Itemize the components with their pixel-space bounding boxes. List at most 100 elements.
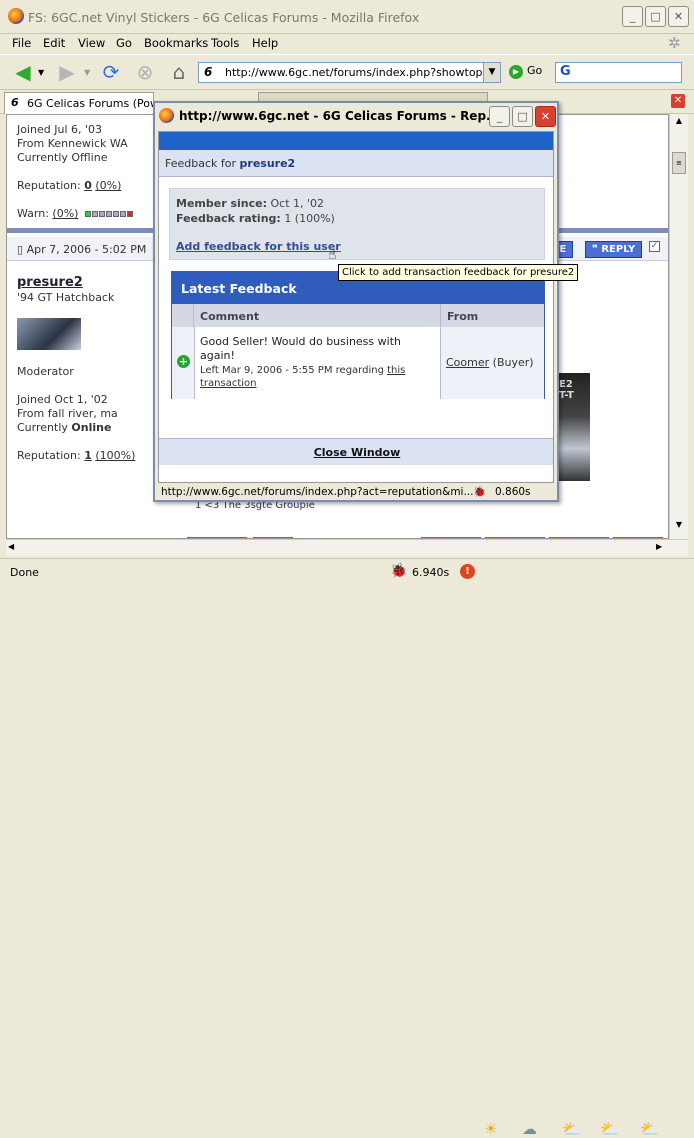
weather-cloudy-icon[interactable]: ⛅ xyxy=(640,1120,659,1138)
reload-icon[interactable]: ⟳ xyxy=(96,57,126,87)
p1-from: From Kennewick WA xyxy=(17,137,128,150)
menu-file[interactable]: File xyxy=(12,36,31,50)
status-text: Done xyxy=(10,566,39,579)
signature-image: E2 T-T xyxy=(557,373,590,481)
back-dropdown-icon[interactable]: ▼ xyxy=(38,68,44,77)
member-info-box: Member since: Oct 1, '02 Feedback rating… xyxy=(169,188,545,263)
menu-go[interactable]: Go xyxy=(116,36,132,50)
column-from: From xyxy=(441,304,544,327)
hand-cursor-icon: ☝ xyxy=(328,247,337,263)
from-user-link[interactable]: Coomer xyxy=(446,356,489,369)
p2-rep-pct[interactable]: (100%) xyxy=(95,449,135,462)
alert-icon[interactable]: ! xyxy=(460,564,475,579)
p1-status: Currently Offline xyxy=(17,151,108,164)
url-input[interactable]: http://www.6gc.net/forums/index.php?show… xyxy=(198,62,501,83)
post-role: Moderator xyxy=(17,365,74,378)
popup-minimize-button[interactable]: _ xyxy=(489,106,510,127)
search-input[interactable]: G xyxy=(555,62,682,83)
minimize-button[interactable]: _ xyxy=(622,6,643,27)
feedback-comment: Good Seller! Would do business with agai… xyxy=(200,335,401,362)
forward-dropdown-icon[interactable]: ▼ xyxy=(84,68,90,77)
p1-rep-link[interactable]: 0 xyxy=(84,179,92,192)
popup-header-stripe xyxy=(159,132,553,150)
popup-title: http://www.6gc.net - 6G Celicas Forums -… xyxy=(179,109,500,123)
firefox-icon xyxy=(159,108,174,123)
back-icon[interactable]: ◀ xyxy=(8,57,38,87)
positive-icon: + xyxy=(177,355,190,368)
weather-cloudy-icon[interactable]: ⛅ xyxy=(562,1120,581,1138)
p1-warn-pct[interactable]: (0%) xyxy=(52,207,78,220)
close-button[interactable]: ✕ xyxy=(668,6,689,27)
weather-sun-icon[interactable]: ☀ xyxy=(484,1120,497,1138)
url-dropdown-icon[interactable]: ▼ xyxy=(483,63,500,82)
p2-reputation: Reputation: 1 (100%) xyxy=(17,449,136,462)
speed-icon: 🐞 xyxy=(473,486,487,498)
scroll-up-icon[interactable]: ▲ xyxy=(672,116,686,130)
close-tab-icon[interactable]: ✕ xyxy=(671,94,685,108)
p2-status: Currently Online xyxy=(17,421,112,434)
scroll-down-icon[interactable]: ▼ xyxy=(672,520,686,534)
menu-help[interactable]: Help xyxy=(252,36,278,50)
feedback-row: + Good Seller! Would do business with ag… xyxy=(172,327,544,399)
post-car: '94 GT Hatchback xyxy=(17,291,115,304)
stop-icon[interactable]: ⊗ xyxy=(130,57,160,87)
weather-rain-icon[interactable]: ☁ xyxy=(522,1120,537,1138)
popup-status-url: http://www.6gc.net/forums/index.php?act=… xyxy=(161,486,474,498)
menu-bookmarks[interactable]: Bookmarks xyxy=(144,36,208,50)
feedback-from: Coomer (Buyer) xyxy=(446,356,534,369)
forward-icon[interactable]: ▶ xyxy=(52,57,82,87)
speed-icon: 🐞 xyxy=(390,563,408,579)
go-icon: ▶ xyxy=(509,65,523,79)
user-avatar xyxy=(17,318,81,350)
firefox-icon xyxy=(8,8,24,24)
scroll-left-icon[interactable]: ◀ xyxy=(8,542,14,551)
post-date: ▯ Apr 7, 2006 - 5:02 PM xyxy=(17,243,147,256)
weather-cloudy-icon[interactable]: ⛅ xyxy=(600,1120,619,1138)
close-window-bar: Close Window xyxy=(159,438,553,465)
transaction-link[interactable]: transaction xyxy=(200,378,257,389)
horizontal-scrollbar[interactable]: ◀ ▶ xyxy=(6,539,688,556)
reply-button[interactable]: ❞ REPLY xyxy=(585,241,643,258)
status-bar: Done 🐞 6.940s ! ☀ ☁ ⛅ ⛅ ⛅ xyxy=(0,558,694,1138)
p1-rep-pct[interactable]: (0%) xyxy=(95,179,121,192)
menu-view[interactable]: View xyxy=(78,36,105,50)
popup-titlebar: http://www.6gc.net - 6G Celicas Forums -… xyxy=(155,103,557,130)
transaction-link[interactable]: this xyxy=(387,365,405,376)
window-titlebar: FS: 6GC.net Vinyl Stickers - 6G Celicas … xyxy=(0,0,694,34)
feedback-rating: Feedback rating: 1 (100%) xyxy=(176,212,335,225)
site-favicon: 6 xyxy=(204,65,213,79)
reputation-popup: http://www.6gc.net - 6G Celicas Forums -… xyxy=(153,101,559,502)
member-since: Member since: Oct 1, '02 xyxy=(176,197,325,210)
scroll-thumb[interactable]: ≡ xyxy=(672,152,686,174)
popup-close-button[interactable]: ✕ xyxy=(535,106,556,127)
load-time: 6.940s xyxy=(412,566,450,579)
latest-feedback-table: Latest Feedback Comment From + Good Sell… xyxy=(171,271,545,399)
home-icon[interactable]: ⌂ xyxy=(164,57,194,87)
tab-favicon: 6 xyxy=(11,96,19,109)
add-feedback-link[interactable]: Add feedback for this user xyxy=(176,240,341,253)
vertical-scrollbar[interactable]: ▲ ≡ ▼ xyxy=(669,114,688,539)
menu-edit[interactable]: Edit xyxy=(43,36,65,50)
p1-joined: Joined Jul 6, '03 xyxy=(17,123,103,136)
close-window-link[interactable]: Close Window xyxy=(314,446,401,459)
p2-joined: Joined Oct 1, '02 xyxy=(17,393,108,406)
tab-forums[interactable]: 6 6G Celicas Forums (Powe xyxy=(4,92,154,114)
google-logo: G xyxy=(560,64,571,79)
menu-tools[interactable]: Tools xyxy=(211,36,239,50)
p1-warn: Warn: (0%) xyxy=(17,207,133,220)
popup-statusbar: http://www.6gc.net/forums/index.php?act=… xyxy=(155,484,557,502)
popup-maximize-button[interactable]: □ xyxy=(512,106,533,127)
column-icon xyxy=(172,304,194,327)
select-checkbox[interactable]: ✓ xyxy=(649,241,660,252)
post-username[interactable]: presure2 xyxy=(17,275,83,290)
go-button[interactable]: ▶ Go xyxy=(509,64,542,79)
scroll-right-icon[interactable]: ▶ xyxy=(656,542,662,551)
throbber-icon: ✲ xyxy=(668,34,681,52)
p2-rep-link[interactable]: 1 xyxy=(84,449,92,462)
menu-bar: File Edit View Go Bookmarks Tools Help ✲ xyxy=(0,34,694,54)
popup-body: Feedback for presure2 Member since: Oct … xyxy=(158,131,554,483)
feedback-header: Feedback for presure2 xyxy=(159,150,553,177)
popup-load-time: 0.860s xyxy=(495,486,531,498)
maximize-button[interactable]: □ xyxy=(645,6,666,27)
tooltip: Click to add transaction feedback for pr… xyxy=(338,264,579,281)
